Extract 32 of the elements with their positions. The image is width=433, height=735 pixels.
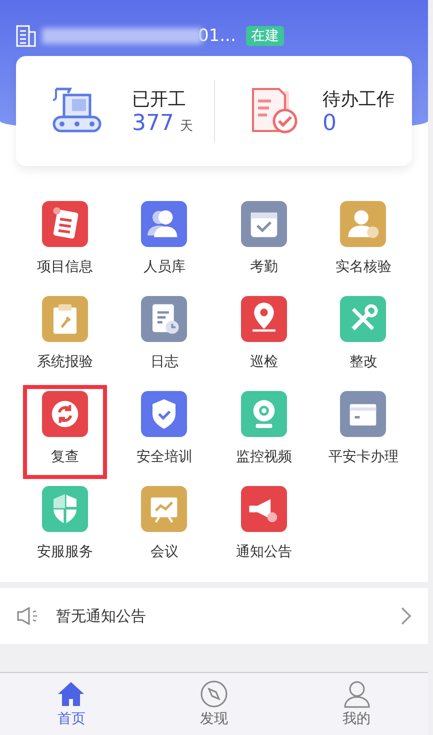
tab[interactable]: 我的 [285,673,428,735]
app-shortcut[interactable]: 巡检 [222,290,306,384]
compass-icon [199,680,229,708]
stat-label: 已开工 [132,88,187,110]
status-tag: 在建 [246,26,284,46]
notice-text: 暂无通知公告 [56,606,147,626]
tab[interactable]: 发现 [142,673,286,735]
app-shortcut[interactable]: 复查 [22,385,107,479]
app-shortcut[interactable]: 通知公告 [222,480,306,574]
building-icon [16,25,36,47]
app-shortcut[interactable]: 实名核验 [321,195,406,289]
speaker-icon [16,606,40,626]
app-shortcut[interactable]: 日志 [122,290,206,384]
app-shortcut[interactable]: 会议 [122,480,206,574]
chevron-right-icon [400,606,412,626]
stat-value: 377 [132,110,174,136]
app-shortcut[interactable]: 平安卡办理 [321,385,406,479]
stat-value: 0 [322,110,336,136]
tab[interactable]: 首页 [0,673,143,735]
app-shortcut[interactable]: 考勤 [222,195,306,289]
app-shortcut[interactable]: 整改 [321,290,406,384]
app-shortcut[interactable]: 项目信息 [22,195,107,289]
project-title: 01... [198,26,236,46]
app-shortcut[interactable]: 安服服务 [22,480,107,574]
stat-label: 待办工作 [322,88,394,110]
home-icon [56,680,86,708]
app-shortcut[interactable]: 人员库 [122,195,206,289]
app-shortcut[interactable]: 监控视频 [222,385,306,479]
app-shortcut[interactable]: 安全培训 [122,385,206,479]
app-shortcut[interactable]: 系统报验 [22,290,107,384]
person-icon [342,680,372,708]
stat-unit: 天 [180,118,193,134]
